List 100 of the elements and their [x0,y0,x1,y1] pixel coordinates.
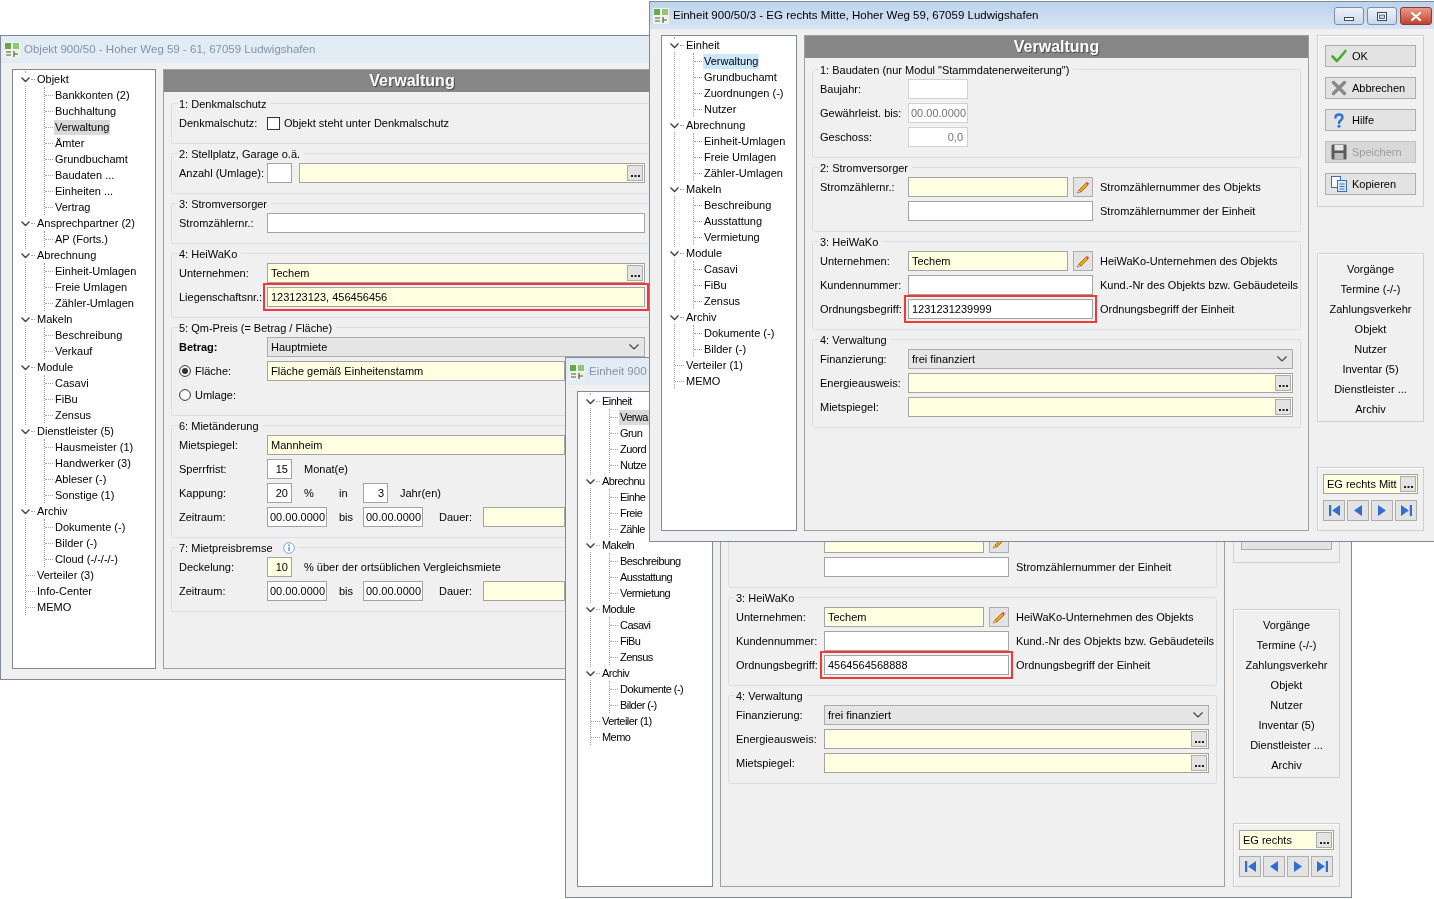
tree-item[interactable]: Freie Umlagen [703,149,778,165]
input-field[interactable] [908,177,1068,197]
tree-item[interactable]: Baudaten ... [54,167,116,183]
lookup-field[interactable]: Techem [267,263,645,283]
input-field[interactable]: 10 [267,557,292,577]
edit-button[interactable] [1073,251,1093,271]
nav-link[interactable]: Objekt [1270,675,1303,695]
tree-item[interactable]: Beschreibung [54,327,124,343]
lookup-field[interactable] [299,163,645,183]
input-field[interactable]: Techem [824,607,984,627]
dropdown[interactable]: Hauptmiete [267,337,645,357]
tree-item[interactable]: Einheiten ... [54,183,115,199]
nav-link[interactable]: Vorgänge [1346,259,1395,279]
nav-link[interactable]: Nutzer [1270,695,1303,715]
tree-item[interactable]: Dokumente (-) [54,519,127,535]
tree-item[interactable]: Makeln [601,537,636,553]
record-field[interactable]: EG rechts [1239,830,1334,850]
maximize-button[interactable] [1367,7,1397,25]
tree-item[interactable]: Handwerker (3) [54,455,132,471]
first-button[interactable] [1239,856,1261,877]
previous-button[interactable] [1263,856,1285,877]
tree-item[interactable]: Ausstattung [703,213,764,229]
tree-item[interactable]: Cloud (-/-/-/-) [54,551,119,567]
checkbox-label[interactable]: Objekt steht unter Denkmalschutz [284,114,450,132]
input-field[interactable] [267,213,645,233]
input-field[interactable]: 3 [363,483,388,503]
nav-link[interactable]: Termine (-/-) [1256,635,1317,655]
tree-item[interactable]: Bilder (-) [619,697,658,713]
nav-link[interactable]: Vorgänge [1262,615,1311,635]
close-button[interactable] [1400,7,1432,25]
input-field[interactable]: 00.00.0000 [267,507,327,527]
tree-item[interactable]: Module [685,245,724,261]
tree-item[interactable]: Freie [619,505,644,521]
tree-item[interactable]: Vermietung [619,585,672,601]
lookup-field[interactable] [824,753,1209,773]
nav-link[interactable]: Archiv [1271,755,1302,775]
input-field[interactable]: 20 [267,483,292,503]
tree-item[interactable]: Beschreibung [619,553,682,569]
tree-item[interactable]: Hausmeister (1) [54,439,135,455]
radio-label[interactable]: Umlage: [195,386,236,404]
nav-link[interactable]: Objekt [1354,319,1387,339]
tree-item[interactable]: Abrechnung [36,247,98,263]
first-button[interactable] [1323,500,1345,521]
nav-link[interactable]: Archiv [1355,399,1386,419]
tree-item[interactable]: Objekt [36,71,70,87]
nav-link[interactable]: Zahlungsverkehr [1245,655,1328,675]
tree-item[interactable]: Beschreibung [703,197,773,213]
input-field[interactable] [483,507,565,527]
tree-item[interactable]: Ansprechpartner (2) [36,215,136,231]
input-field[interactable]: Mannheim [267,435,565,455]
tree-item[interactable]: Zuordnungen (-) [703,85,785,101]
tree-item[interactable]: Zensus [54,407,93,423]
tree-item[interactable]: Bankkonten (2) [54,87,131,103]
tree-item[interactable]: Sonstige (1) [54,487,116,503]
tree-item[interactable]: MEMO [36,599,73,615]
input-field[interactable]: 123123123, 456456456 [267,287,645,307]
tree-item[interactable]: Dienstleister (5) [36,423,116,439]
input-field[interactable]: Fläche gemäß Einheitenstamm [267,361,565,381]
more-button[interactable] [1275,399,1291,415]
tree-item[interactable]: Zuord [619,441,647,457]
input-field[interactable]: 1231231239999 [908,299,1093,319]
nav-link[interactable]: Dienstleister ... [1250,735,1323,755]
tree-item[interactable]: Casavi [54,375,90,391]
edit-button[interactable] [989,607,1009,627]
tree-item[interactable]: Verwaltung [54,119,111,135]
tree-item[interactable]: FiBu [619,633,642,649]
tree-item[interactable]: AP (Forts.) [54,231,109,247]
tree-item[interactable]: Grundbuchamt [703,69,778,85]
tree-item[interactable]: Info-Center [36,583,94,599]
tree-item[interactable]: FiBu [54,391,79,407]
nav-link[interactable]: Zahlungsverkehr [1329,299,1412,319]
input-field[interactable] [483,581,565,601]
tree-item[interactable]: Dokumente (-) [703,325,776,341]
checkbox[interactable] [267,116,280,130]
tree-item[interactable]: Nutze [619,457,647,473]
more-button[interactable] [627,165,643,181]
more-button[interactable] [1191,731,1207,747]
tree-item[interactable]: Buchhaltung [54,103,118,119]
tree-item[interactable]: MEMO [685,373,722,389]
tree-item[interactable]: Abrechnu [601,473,646,489]
next-button[interactable] [1287,856,1309,877]
input-field[interactable]: 00.00.0000 [267,581,327,601]
tree-item[interactable]: Ämter [54,135,86,151]
record-field[interactable]: EG rechts Mitt [1323,474,1418,494]
tree-item[interactable]: Makeln [685,181,723,197]
more-button[interactable] [1275,375,1291,391]
tree-item[interactable]: Nutzer [703,101,738,117]
nav-link[interactable]: Inventar (5) [1342,359,1399,379]
tree-item[interactable]: Verteiler (1) [601,713,653,729]
more-button[interactable] [1400,476,1416,492]
tree-item[interactable]: Bilder (-) [54,535,99,551]
tree-item[interactable]: Verwa [619,409,649,425]
tree-item[interactable]: Archiv [685,309,718,325]
tree-item[interactable]: FiBu [703,277,728,293]
tree-item[interactable]: Einheit [601,393,633,409]
tree-item[interactable]: Einheit-Umlagen [703,133,787,149]
input-field[interactable] [908,201,1093,221]
copy-button[interactable]: Kopieren [1325,173,1416,195]
tree-item[interactable]: Einheit-Umlagen [54,263,138,279]
cancel-button[interactable]: Abbrechen [1325,77,1416,99]
